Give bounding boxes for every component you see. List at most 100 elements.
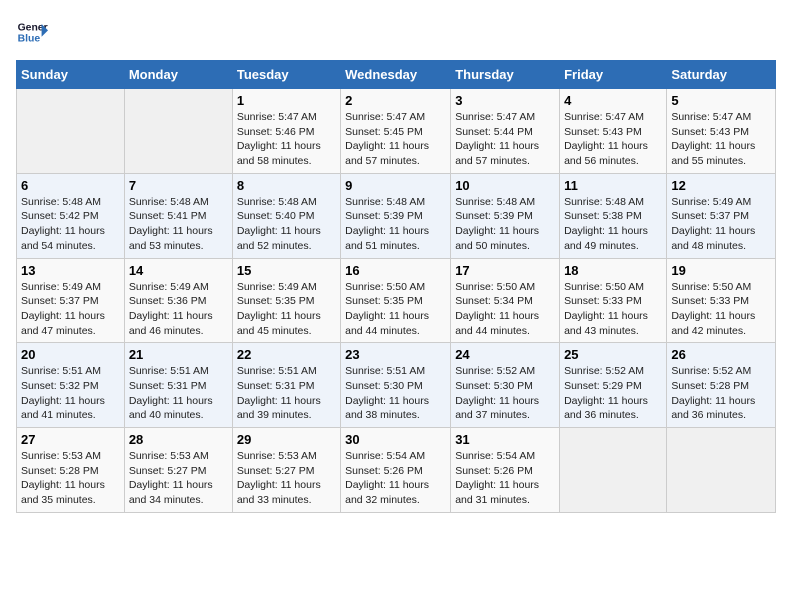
- day-detail: Sunrise: 5:47 AMSunset: 5:46 PMDaylight:…: [237, 110, 336, 169]
- day-number: 3: [455, 93, 555, 108]
- day-cell: 6 Sunrise: 5:48 AMSunset: 5:42 PMDaylight…: [17, 173, 125, 258]
- header: General Blue: [16, 16, 776, 48]
- day-detail: Sunrise: 5:53 AMSunset: 5:27 PMDaylight:…: [129, 449, 228, 508]
- day-cell: 27Sunrise: 5:53 AMSunset: 5:28 PMDayligh…: [17, 428, 125, 513]
- day-number: 19: [671, 263, 771, 278]
- calendar-table: SundayMondayTuesdayWednesdayThursdayFrid…: [16, 60, 776, 513]
- day-number: 24: [455, 347, 555, 362]
- day-number: 12: [671, 178, 771, 193]
- day-detail: Sunrise: 5:49 AMSunset: 5:37 PMDaylight:…: [21, 280, 120, 339]
- week-row-1: 1 Sunrise: 5:47 AMSunset: 5:46 PMDaylight…: [17, 89, 776, 174]
- header-cell-sunday: Sunday: [17, 61, 125, 89]
- day-detail: Sunrise: 5:48 AMSunset: 5:39 PMDaylight:…: [345, 195, 446, 254]
- day-detail: Sunrise: 5:50 AMSunset: 5:33 PMDaylight:…: [671, 280, 771, 339]
- day-cell: 10 Sunrise: 5:48 AMSunset: 5:39 PMDayligh…: [451, 173, 560, 258]
- day-number: 29: [237, 432, 336, 447]
- day-detail: Sunrise: 5:48 AMSunset: 5:38 PMDaylight:…: [564, 195, 662, 254]
- week-row-3: 13Sunrise: 5:49 AMSunset: 5:37 PMDayligh…: [17, 258, 776, 343]
- day-detail: Sunrise: 5:48 AMSunset: 5:39 PMDaylight:…: [455, 195, 555, 254]
- day-number: 7: [129, 178, 228, 193]
- day-detail: Sunrise: 5:51 AMSunset: 5:32 PMDaylight:…: [21, 364, 120, 423]
- day-cell: 20 Sunrise: 5:51 AMSunset: 5:32 PMDayligh…: [17, 343, 125, 428]
- day-detail: Sunrise: 5:47 AMSunset: 5:45 PMDaylight:…: [345, 110, 446, 169]
- header-cell-friday: Friday: [560, 61, 667, 89]
- day-cell: [667, 428, 776, 513]
- day-detail: Sunrise: 5:50 AMSunset: 5:34 PMDaylight:…: [455, 280, 555, 339]
- header-cell-tuesday: Tuesday: [232, 61, 340, 89]
- day-detail: Sunrise: 5:54 AMSunset: 5:26 PMDaylight:…: [345, 449, 446, 508]
- day-cell: 8 Sunrise: 5:48 AMSunset: 5:40 PMDaylight…: [232, 173, 340, 258]
- day-detail: Sunrise: 5:53 AMSunset: 5:27 PMDaylight:…: [237, 449, 336, 508]
- day-number: 22: [237, 347, 336, 362]
- day-cell: 19 Sunrise: 5:50 AMSunset: 5:33 PMDayligh…: [667, 258, 776, 343]
- day-detail: Sunrise: 5:47 AMSunset: 5:43 PMDaylight:…: [564, 110, 662, 169]
- day-number: 2: [345, 93, 446, 108]
- day-number: 1: [237, 93, 336, 108]
- day-number: 28: [129, 432, 228, 447]
- day-cell: [560, 428, 667, 513]
- day-detail: Sunrise: 5:52 AMSunset: 5:29 PMDaylight:…: [564, 364, 662, 423]
- day-cell: 18 Sunrise: 5:50 AMSunset: 5:33 PMDayligh…: [560, 258, 667, 343]
- day-number: 25: [564, 347, 662, 362]
- day-number: 30: [345, 432, 446, 447]
- day-cell: 11 Sunrise: 5:48 AMSunset: 5:38 PMDayligh…: [560, 173, 667, 258]
- day-detail: Sunrise: 5:50 AMSunset: 5:35 PMDaylight:…: [345, 280, 446, 339]
- day-number: 5: [671, 93, 771, 108]
- week-row-5: 27Sunrise: 5:53 AMSunset: 5:28 PMDayligh…: [17, 428, 776, 513]
- day-cell: 23 Sunrise: 5:51 AMSunset: 5:30 PMDayligh…: [341, 343, 451, 428]
- day-cell: 14 Sunrise: 5:49 AMSunset: 5:36 PMDayligh…: [124, 258, 232, 343]
- day-number: 16: [345, 263, 446, 278]
- day-number: 17: [455, 263, 555, 278]
- day-detail: Sunrise: 5:47 AMSunset: 5:44 PMDaylight:…: [455, 110, 555, 169]
- day-detail: Sunrise: 5:51 AMSunset: 5:31 PMDaylight:…: [237, 364, 336, 423]
- day-number: 20: [21, 347, 120, 362]
- day-number: 15: [237, 263, 336, 278]
- day-detail: Sunrise: 5:48 AMSunset: 5:40 PMDaylight:…: [237, 195, 336, 254]
- day-detail: Sunrise: 5:48 AMSunset: 5:41 PMDaylight:…: [129, 195, 228, 254]
- day-cell: 1 Sunrise: 5:47 AMSunset: 5:46 PMDaylight…: [232, 89, 340, 174]
- day-number: 4: [564, 93, 662, 108]
- day-detail: Sunrise: 5:51 AMSunset: 5:30 PMDaylight:…: [345, 364, 446, 423]
- header-cell-saturday: Saturday: [667, 61, 776, 89]
- day-detail: Sunrise: 5:48 AMSunset: 5:42 PMDaylight:…: [21, 195, 120, 254]
- day-number: 6: [21, 178, 120, 193]
- day-cell: 30 Sunrise: 5:54 AMSunset: 5:26 PMDayligh…: [341, 428, 451, 513]
- day-number: 23: [345, 347, 446, 362]
- day-number: 18: [564, 263, 662, 278]
- day-cell: 4 Sunrise: 5:47 AMSunset: 5:43 PMDaylight…: [560, 89, 667, 174]
- day-detail: Sunrise: 5:49 AMSunset: 5:36 PMDaylight:…: [129, 280, 228, 339]
- day-detail: Sunrise: 5:49 AMSunset: 5:35 PMDaylight:…: [237, 280, 336, 339]
- day-detail: Sunrise: 5:54 AMSunset: 5:26 PMDaylight:…: [455, 449, 555, 508]
- logo: General Blue: [16, 16, 48, 48]
- header-cell-monday: Monday: [124, 61, 232, 89]
- day-number: 26: [671, 347, 771, 362]
- day-cell: 26 Sunrise: 5:52 AMSunset: 5:28 PMDayligh…: [667, 343, 776, 428]
- day-cell: 21 Sunrise: 5:51 AMSunset: 5:31 PMDayligh…: [124, 343, 232, 428]
- day-detail: Sunrise: 5:51 AMSunset: 5:31 PMDaylight:…: [129, 364, 228, 423]
- header-cell-wednesday: Wednesday: [341, 61, 451, 89]
- day-number: 10: [455, 178, 555, 193]
- header-cell-thursday: Thursday: [451, 61, 560, 89]
- day-cell: 28 Sunrise: 5:53 AMSunset: 5:27 PMDayligh…: [124, 428, 232, 513]
- day-cell: 13Sunrise: 5:49 AMSunset: 5:37 PMDayligh…: [17, 258, 125, 343]
- day-number: 21: [129, 347, 228, 362]
- day-detail: Sunrise: 5:53 AMSunset: 5:28 PMDaylight:…: [21, 449, 120, 508]
- day-cell: [17, 89, 125, 174]
- week-row-2: 6 Sunrise: 5:48 AMSunset: 5:42 PMDaylight…: [17, 173, 776, 258]
- day-detail: Sunrise: 5:52 AMSunset: 5:28 PMDaylight:…: [671, 364, 771, 423]
- day-number: 11: [564, 178, 662, 193]
- day-cell: 22 Sunrise: 5:51 AMSunset: 5:31 PMDayligh…: [232, 343, 340, 428]
- week-row-4: 20 Sunrise: 5:51 AMSunset: 5:32 PMDayligh…: [17, 343, 776, 428]
- day-cell: 31Sunrise: 5:54 AMSunset: 5:26 PMDayligh…: [451, 428, 560, 513]
- day-cell: 25 Sunrise: 5:52 AMSunset: 5:29 PMDayligh…: [560, 343, 667, 428]
- day-cell: 15 Sunrise: 5:49 AMSunset: 5:35 PMDayligh…: [232, 258, 340, 343]
- day-number: 14: [129, 263, 228, 278]
- day-detail: Sunrise: 5:52 AMSunset: 5:30 PMDaylight:…: [455, 364, 555, 423]
- header-row: SundayMondayTuesdayWednesdayThursdayFrid…: [17, 61, 776, 89]
- day-cell: 29 Sunrise: 5:53 AMSunset: 5:27 PMDayligh…: [232, 428, 340, 513]
- day-number: 8: [237, 178, 336, 193]
- day-cell: [124, 89, 232, 174]
- day-cell: 2 Sunrise: 5:47 AMSunset: 5:45 PMDaylight…: [341, 89, 451, 174]
- day-detail: Sunrise: 5:50 AMSunset: 5:33 PMDaylight:…: [564, 280, 662, 339]
- day-cell: 3 Sunrise: 5:47 AMSunset: 5:44 PMDaylight…: [451, 89, 560, 174]
